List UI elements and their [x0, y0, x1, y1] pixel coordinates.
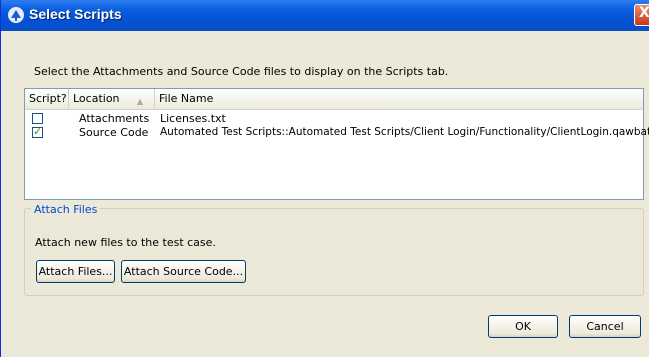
attach-files-legend: Attach Files	[31, 203, 101, 216]
app-icon	[8, 7, 24, 23]
sort-ascending-icon: ▲	[137, 97, 144, 106]
column-header-file-name[interactable]: File Name	[155, 89, 644, 109]
instruction-text: Select the Attachments and Source Code f…	[34, 65, 449, 78]
column-header-location-label: Location	[73, 92, 120, 105]
title-bar[interactable]: Select Scripts X	[1, 0, 649, 31]
attach-files-button[interactable]: Attach Files...	[36, 260, 115, 283]
column-header-location[interactable]: Location ▲	[69, 89, 155, 109]
window-title: Select Scripts	[29, 6, 122, 22]
location-cell: Attachments	[79, 112, 150, 125]
file-name-cell: Automated Test Scripts::Automated Test S…	[160, 126, 649, 138]
column-header-script[interactable]: Script?	[25, 89, 69, 109]
list-header: Script? Location ▲ File Name	[25, 89, 643, 110]
file-name-cell: Licenses.txt	[160, 112, 226, 125]
attach-files-description: Attach new files to the test case.	[35, 236, 216, 249]
script-checkbox-checked[interactable]	[32, 125, 43, 138]
table-row[interactable]: Source Code Automated Test Scripts::Auto…	[25, 125, 649, 139]
cancel-button[interactable]: Cancel	[569, 315, 641, 338]
table-row[interactable]: Attachments Licenses.txt	[25, 112, 643, 125]
location-cell: Source Code	[79, 126, 149, 139]
close-icon: X	[639, 5, 649, 21]
script-checkbox[interactable]	[32, 113, 43, 124]
attach-files-group	[24, 208, 644, 296]
close-button[interactable]: X	[634, 4, 649, 26]
attach-source-code-button[interactable]: Attach Source Code...	[121, 260, 246, 283]
select-scripts-dialog: Select Scripts X Select the Attachments …	[0, 0, 649, 357]
ok-button[interactable]: OK	[488, 315, 558, 338]
scripts-list[interactable]: Script? Location ▲ File Name Attachments…	[24, 88, 649, 200]
